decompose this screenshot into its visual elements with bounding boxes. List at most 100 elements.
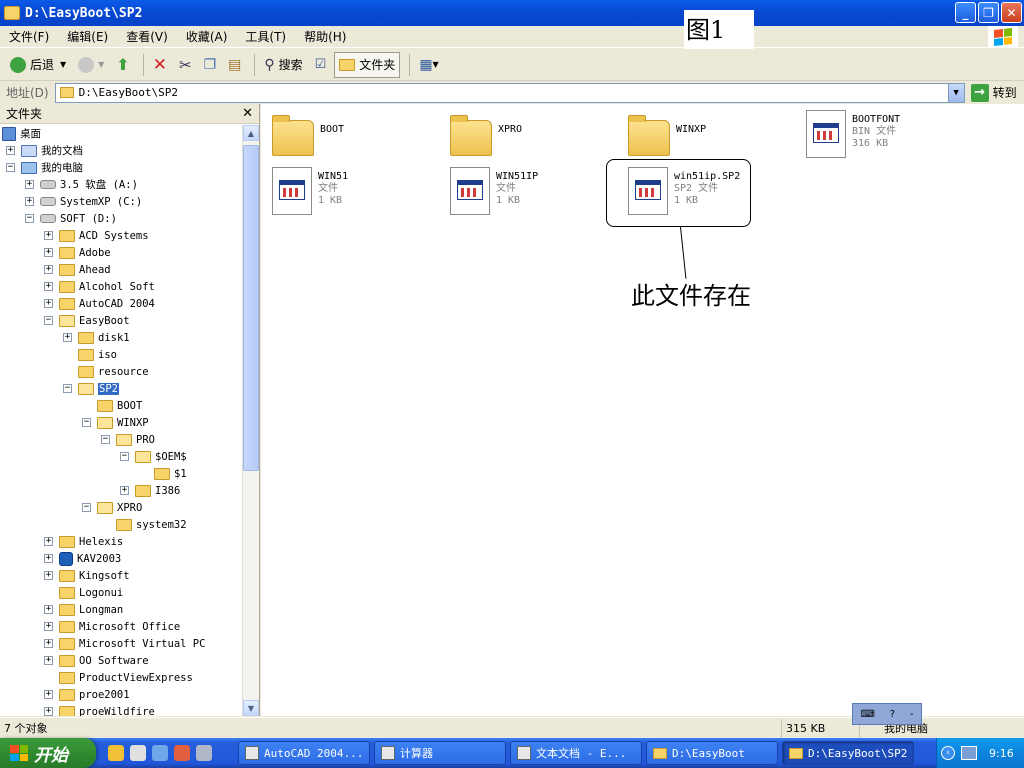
minimize-langbar-icon[interactable]: - xyxy=(910,709,914,720)
menu-file[interactable]: 文件(F) xyxy=(0,26,58,48)
tree-scrollbar[interactable]: ▲ ▼ xyxy=(242,125,259,716)
tree-node-folder[interactable]: + proe2001 xyxy=(44,686,130,703)
tree-node-folder[interactable]: + Kingsoft xyxy=(44,567,130,584)
tree-node-floppy[interactable]: +3.5 软盘 (A:) xyxy=(25,176,138,193)
tree-node-folder[interactable]: + AutoCAD 2004 xyxy=(44,295,155,312)
tree-node-folder[interactable]: Logonui xyxy=(44,584,123,601)
collapse-icon[interactable]: − xyxy=(25,214,34,223)
file-item-win51[interactable]: WIN51 文件 1 KB xyxy=(272,167,348,215)
tree-node-folder[interactable]: − WINXP xyxy=(82,414,149,431)
collapse-icon[interactable]: − xyxy=(44,316,53,325)
cut-button[interactable]: ✂ xyxy=(175,52,196,78)
expand-icon[interactable]: + xyxy=(63,333,72,342)
tree-node-folder[interactable]: iso xyxy=(63,346,117,363)
expand-icon[interactable]: + xyxy=(6,146,15,155)
quick-launch-icon[interactable] xyxy=(196,745,212,761)
tree-node-folder[interactable]: + Longman xyxy=(44,601,123,618)
expand-icon[interactable]: + xyxy=(120,486,129,495)
tree-node-folder[interactable]: BOOT xyxy=(82,397,142,414)
tree-node-folder[interactable]: + Microsoft Office xyxy=(44,618,180,635)
menu-help[interactable]: 帮助(H) xyxy=(295,26,355,48)
expand-icon[interactable]: + xyxy=(44,537,53,546)
tree-node-drive-d[interactable]: − SOFT (D:) xyxy=(25,210,117,227)
expand-icon[interactable]: + xyxy=(44,605,53,614)
collapse-icon[interactable]: − xyxy=(63,384,72,393)
tree-node-folder[interactable]: + Helexis xyxy=(44,533,123,550)
expand-icon[interactable]: + xyxy=(44,656,53,665)
tree-node-folder[interactable]: + ACD Systems xyxy=(44,227,149,244)
file-item-bootfont[interactable]: BOOTFONT BIN 文件 316 KB xyxy=(806,110,900,158)
tree-node-folder[interactable]: $1 xyxy=(139,465,187,482)
tree-node-folder[interactable]: + OO Software xyxy=(44,652,149,669)
expand-icon[interactable]: + xyxy=(44,622,53,631)
expand-icon[interactable]: + xyxy=(44,231,53,240)
scroll-up-icon[interactable]: ▲ xyxy=(243,125,259,141)
collapse-icon[interactable]: − xyxy=(6,163,15,172)
folder-item-boot[interactable]: BOOT xyxy=(272,115,344,156)
address-input[interactable]: D:\EasyBoot\SP2 ▼ xyxy=(54,82,965,103)
tree-node-folder[interactable]: + I386 xyxy=(120,482,180,499)
expand-icon[interactable]: + xyxy=(44,282,53,291)
collapse-icon[interactable]: − xyxy=(101,435,110,444)
task-calculator[interactable]: 计算器 xyxy=(374,741,506,765)
task-text-document[interactable]: 文本文档 - E... xyxy=(510,741,642,765)
quick-launch-icon[interactable] xyxy=(174,745,190,761)
expand-icon[interactable]: + xyxy=(44,639,53,648)
tree-node-folder[interactable]: + KAV2003 xyxy=(44,550,121,567)
file-item-win51ip[interactable]: WIN51IP 文件 1 KB xyxy=(450,167,538,215)
show-hidden-icons-icon[interactable]: ‹ xyxy=(941,746,955,760)
tree-node-folder[interactable]: + disk1 xyxy=(63,329,130,346)
tree-node-folder[interactable]: − PRO xyxy=(101,431,155,448)
expand-icon[interactable]: + xyxy=(44,248,53,257)
up-button[interactable]: ⬆ xyxy=(112,52,133,78)
tree-node-desktop[interactable]: 桌面 xyxy=(2,125,41,142)
tree-node-my-computer[interactable]: − 我的电脑 xyxy=(6,159,83,176)
views-button[interactable]: ▦ ▼ xyxy=(415,52,442,78)
scroll-thumb[interactable] xyxy=(243,145,259,471)
collapse-icon[interactable]: − xyxy=(82,503,91,512)
folders-button[interactable]: 文件夹 xyxy=(334,51,401,78)
search-button[interactable]: ⚲ 搜索 xyxy=(260,52,306,78)
expand-icon[interactable]: + xyxy=(44,571,53,580)
menu-tools[interactable]: 工具(T) xyxy=(236,26,295,48)
menu-favorites[interactable]: 收藏(A) xyxy=(177,26,237,48)
task-autocad[interactable]: AutoCAD 2004... xyxy=(238,741,370,765)
expand-icon[interactable]: + xyxy=(44,554,53,563)
task-explorer-easyboot[interactable]: D:\EasyBoot xyxy=(646,741,778,765)
address-dropdown-icon[interactable]: ▼ xyxy=(947,83,964,102)
collapse-icon[interactable]: − xyxy=(82,418,91,427)
tree-node-folder[interactable]: − EasyBoot xyxy=(44,312,130,329)
tree-node-folder[interactable]: + proeWildfire xyxy=(44,703,155,716)
back-button[interactable]: 后退 ▼ xyxy=(6,52,70,78)
help-icon[interactable]: ? xyxy=(890,709,895,720)
expand-icon[interactable]: + xyxy=(25,180,34,189)
tree-node-folder[interactable]: − XPRO xyxy=(82,499,142,516)
menu-view[interactable]: 查看(V) xyxy=(117,26,177,48)
tree-node-folder[interactable]: + Adobe xyxy=(44,244,111,261)
back-dropdown-icon[interactable]: ▼ xyxy=(60,60,66,69)
folder-item-winxp[interactable]: WINXP xyxy=(628,115,706,156)
quick-launch-icon[interactable] xyxy=(152,745,168,761)
tree-node-folder[interactable]: + Alcohol Soft xyxy=(44,278,155,295)
tree-node-selected[interactable]: − SP2 xyxy=(63,380,119,397)
minimize-button[interactable]: _ xyxy=(955,2,976,23)
start-button[interactable]: 开始 xyxy=(0,738,96,768)
expand-icon[interactable]: + xyxy=(44,707,53,716)
network-icon[interactable] xyxy=(961,746,977,760)
quick-launch-icon[interactable] xyxy=(130,745,146,761)
folder-item-xpro[interactable]: XPRO xyxy=(450,115,522,156)
expand-icon[interactable]: + xyxy=(25,197,34,206)
delete-button[interactable]: ✕ xyxy=(149,52,171,78)
tree-node-folder[interactable]: − $OEM$ xyxy=(120,448,187,465)
quick-launch-icon[interactable] xyxy=(108,745,124,761)
task-explorer-sp2[interactable]: D:\EasyBoot\SP2 xyxy=(782,741,914,765)
copy-button[interactable]: ❐ xyxy=(200,52,221,78)
go-button[interactable]: → 转到 xyxy=(970,83,1017,102)
tree-node-folder[interactable]: ProductViewExpress xyxy=(44,669,193,686)
tree-node-drive-c[interactable]: + SystemXP (C:) xyxy=(25,193,142,210)
clock[interactable]: 9:16 xyxy=(989,747,1014,760)
language-bar[interactable]: ⌨ ? - xyxy=(852,703,922,725)
tree-node-my-documents[interactable]: + 我的文档 xyxy=(6,142,83,159)
tree-node-folder[interactable]: + Microsoft Virtual PC xyxy=(44,635,205,652)
paste-button[interactable]: ▤ xyxy=(224,52,245,78)
